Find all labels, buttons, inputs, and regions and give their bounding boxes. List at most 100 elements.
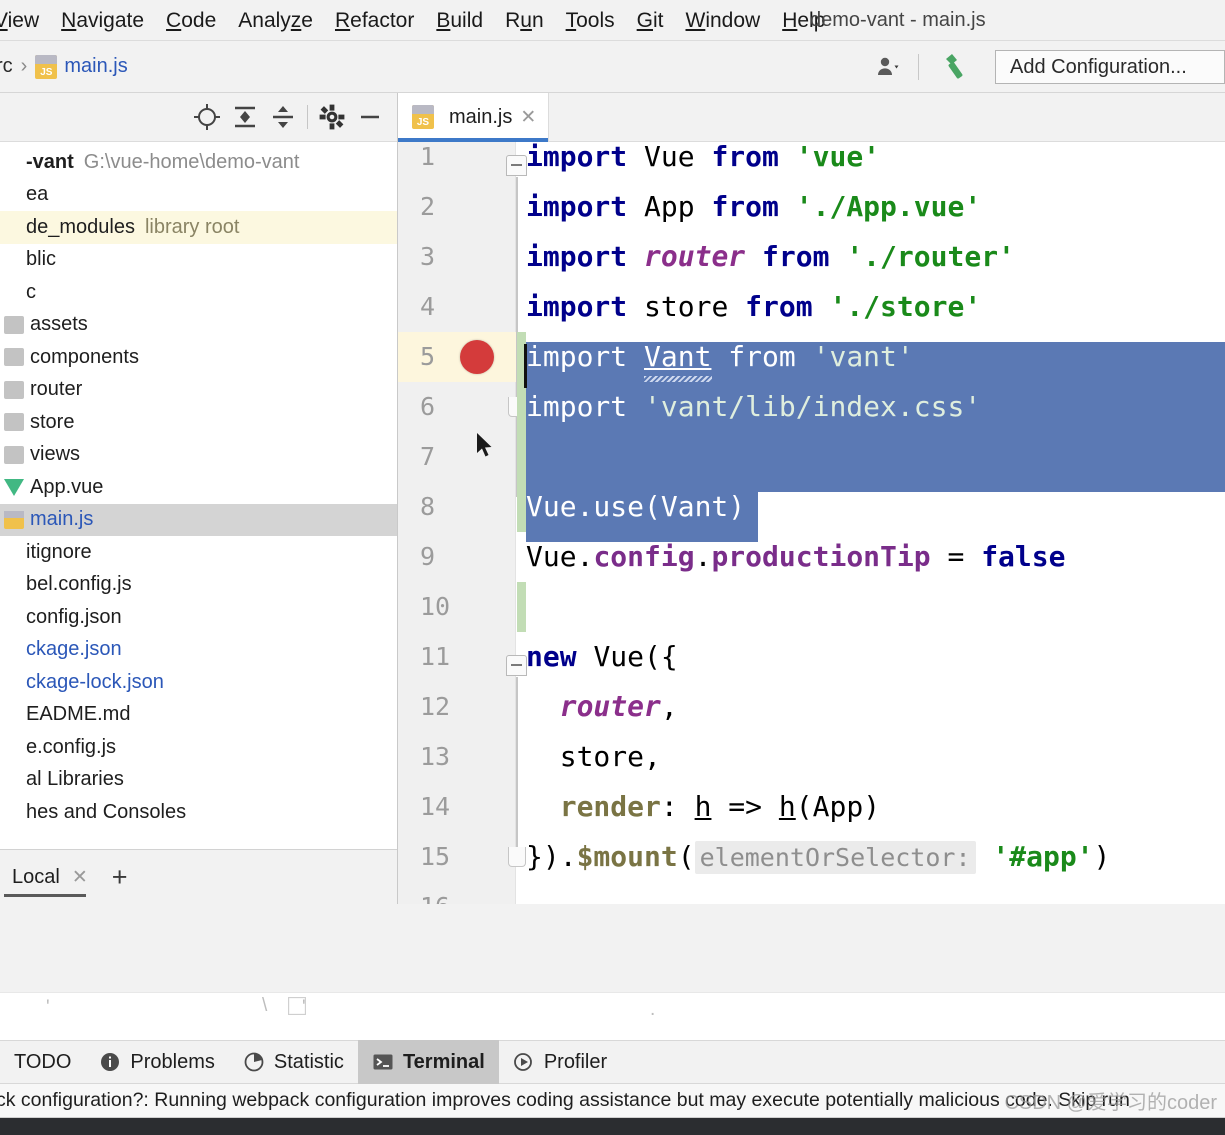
code-line-4[interactable]: import store from './store'	[526, 282, 1225, 332]
tree-item-babel-config-js[interactable]: bel.config.js	[0, 569, 397, 602]
editor-gutter[interactable]: 12345678910111213141516	[398, 142, 516, 904]
tree-item-assets[interactable]: assets	[0, 309, 397, 342]
menu-bar: View Navigate Code Analyze Refactor Buil…	[0, 0, 1225, 41]
tool-window-label: Problems	[130, 1050, 215, 1073]
menu-item-build[interactable]: Build	[425, 0, 494, 41]
navbar-right-group: Add Configuration...	[866, 41, 1225, 93]
menu-item-tools[interactable]: Tools	[555, 0, 626, 41]
tool-window-button-terminal[interactable]: Terminal	[357, 1040, 499, 1084]
add-configuration-button[interactable]: Add Configuration...	[995, 50, 1225, 84]
tool-window-button-statistic[interactable]: Statistic	[229, 1040, 358, 1084]
locate-target-icon[interactable]	[188, 98, 226, 136]
collapse-all-icon[interactable]	[226, 98, 264, 136]
tree-item-readme-md[interactable]: EADME.md	[0, 699, 397, 732]
line-number-13[interactable]: 13	[398, 732, 516, 782]
breakpoint-marker[interactable]	[460, 340, 494, 374]
line-number-16[interactable]: 16	[398, 882, 516, 904]
editor-tab-mainjs[interactable]: JS main.js ✕	[398, 93, 550, 142]
code-line-8[interactable]: Vue.use(Vant)	[526, 482, 1225, 532]
line-number-7[interactable]: 7	[398, 432, 516, 482]
statistic-icon	[243, 1051, 265, 1073]
code-editor[interactable]: 12345678910111213141516 import Vue from …	[398, 142, 1225, 904]
line-number-3[interactable]: 3	[398, 232, 516, 282]
menu-item-run[interactable]: Run	[494, 0, 555, 41]
line-number-8[interactable]: 8	[398, 482, 516, 532]
tool-window-button-profiler[interactable]: Profiler	[499, 1040, 621, 1084]
menu-item-code[interactable]: Code	[155, 0, 227, 41]
code-line-12[interactable]: router,	[526, 682, 1225, 732]
code-line-1[interactable]: import Vue from 'vue'	[526, 142, 1225, 182]
tree-item-demo-vant[interactable]: -vant G:\vue-home\demo-vant	[0, 146, 397, 179]
tree-item-public[interactable]: blic	[0, 244, 397, 277]
code-line-3[interactable]: import router from './router'	[526, 232, 1225, 282]
tree-item--gitignore[interactable]: itignore	[0, 536, 397, 569]
toolbar-divider	[307, 105, 308, 129]
hide-minimize-icon[interactable]	[351, 98, 389, 136]
line-number-6[interactable]: 6	[398, 382, 516, 432]
line-number-4[interactable]: 4	[398, 282, 516, 332]
breadcrumb-separator: ›	[20, 55, 28, 77]
code-line-7[interactable]	[526, 432, 1225, 482]
tool-window-button-todo[interactable]: TODO	[0, 1040, 85, 1084]
code-line-9[interactable]: Vue.config.productionTip = false	[526, 532, 1225, 582]
line-number-11[interactable]: 11	[398, 632, 516, 682]
tree-item-node-modules[interactable]: de_modules library root	[0, 211, 397, 244]
tree-item--idea[interactable]: ea	[0, 179, 397, 212]
tree-item-label: itignore	[26, 540, 92, 563]
tree-item-package-lock-json[interactable]: ckage-lock.json	[0, 666, 397, 699]
close-icon[interactable]: ✕	[520, 106, 536, 129]
breadcrumb-file[interactable]: main.js	[64, 55, 127, 78]
code-line-5[interactable]: import Vant from 'vant'	[526, 332, 1225, 382]
project-tree: -vant G:\vue-home\demo-vant ea de_modules li…	[0, 142, 397, 829]
terminal-tab-local[interactable]: Local ✕	[4, 851, 96, 903]
code-line-16[interactable]	[526, 882, 1225, 904]
code-line-2[interactable]: import App from './App.vue'	[526, 182, 1225, 232]
line-number-1[interactable]: 1	[398, 142, 516, 182]
tree-item-router[interactable]: router	[0, 374, 397, 407]
line-number-12[interactable]: 12	[398, 682, 516, 732]
tree-item-external-libraries[interactable]: al Libraries	[0, 764, 397, 797]
close-icon[interactable]: ✕	[72, 866, 88, 889]
code-line-11[interactable]: new Vue({	[526, 632, 1225, 682]
settings-gear-icon[interactable]	[313, 98, 351, 136]
line-number-9[interactable]: 9	[398, 532, 516, 582]
line-number-14[interactable]: 14	[398, 782, 516, 832]
tree-item-views[interactable]: views	[0, 439, 397, 472]
code-line-14[interactable]: render: h => h(App)	[526, 782, 1225, 832]
code-line-10[interactable]	[526, 582, 1225, 632]
user-icon[interactable]	[866, 55, 912, 79]
tree-item-main-js[interactable]: main.js	[0, 503, 397, 536]
tree-item-src[interactable]: c	[0, 276, 397, 309]
menu-item-refactor[interactable]: Refactor	[324, 0, 425, 41]
line-number-5[interactable]: 5	[398, 332, 516, 382]
line-number-2[interactable]: 2	[398, 182, 516, 232]
new-terminal-tab-button[interactable]: +	[96, 863, 144, 891]
breadcrumb-root[interactable]: src	[0, 55, 13, 78]
menu-item-view[interactable]: View	[0, 0, 50, 41]
line-number-15[interactable]: 15	[398, 832, 516, 882]
line-number-10[interactable]: 10	[398, 582, 516, 632]
menu-item-navigate[interactable]: Navigate	[50, 0, 155, 41]
menu-item-analyze[interactable]: Analyze	[227, 0, 324, 41]
tree-item-package-json[interactable]: ckage.json	[0, 634, 397, 667]
tree-item-label: blic	[26, 248, 57, 271]
project-toolbar	[0, 93, 397, 142]
tree-item-jsconfig-json[interactable]: config.json	[0, 601, 397, 634]
menu-item-window[interactable]: Window	[675, 0, 772, 41]
terminal-panel[interactable]	[0, 1118, 1225, 1135]
tree-item-store[interactable]: store	[0, 406, 397, 439]
hammer-icon[interactable]	[925, 50, 987, 84]
tool-window-button-problems[interactable]: Problems	[85, 1040, 228, 1084]
expand-all-icon[interactable]	[264, 98, 302, 136]
tree-item-components[interactable]: components	[0, 341, 397, 374]
code-line-6[interactable]: import 'vant/lib/index.css'	[526, 382, 1225, 432]
code-line-15[interactable]: }).$mount(elementOrSelector: '#app')	[526, 832, 1225, 882]
tree-item-vue-config-js[interactable]: e.config.js	[0, 731, 397, 764]
code-line-13[interactable]: store,	[526, 732, 1225, 782]
code-text-layer[interactable]: import Vue from 'vue' import App from './…	[524, 142, 1225, 904]
project-tool-window: -vant G:\vue-home\demo-vant ea de_modules li…	[0, 93, 398, 904]
tree-item-app-vue[interactable]: App.vue	[0, 471, 397, 504]
tree-item-scratches-and-consoles[interactable]: hes and Consoles	[0, 796, 397, 829]
menu-item-git[interactable]: Git	[626, 0, 675, 41]
folder-icon	[4, 445, 24, 464]
